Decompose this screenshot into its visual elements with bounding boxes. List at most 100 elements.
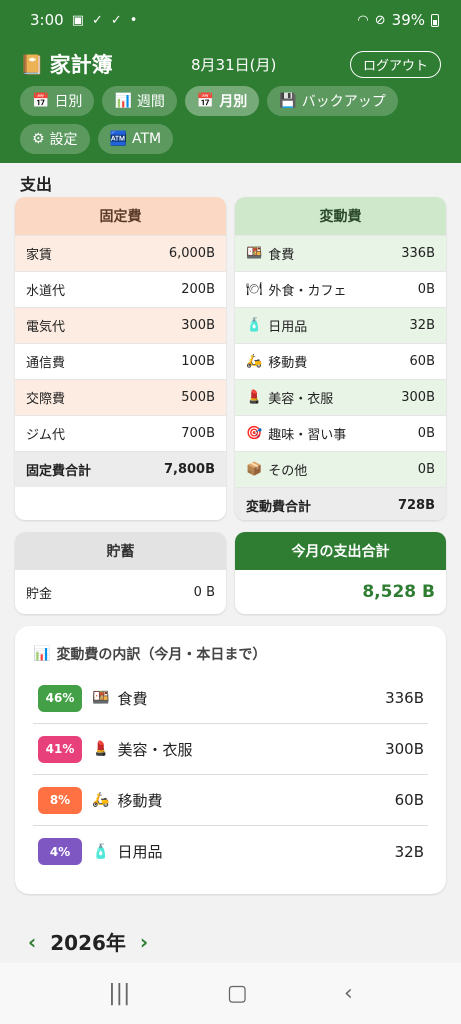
variable-cost-row[interactable]: 💄 美容・衣服 300B: [235, 379, 446, 415]
bento-icon: 🍱: [92, 690, 110, 706]
variable-cost-row[interactable]: 🧴 日用品 32B: [235, 307, 446, 343]
fixed-cost-total-value: 7,800B: [163, 462, 215, 477]
variable-cost-label: 美容・衣服: [268, 392, 334, 407]
check-icon: ✓: [110, 12, 122, 28]
current-date: 8月31日(月): [191, 55, 277, 74]
wifi-icon: ◠: [357, 12, 369, 28]
variable-cost-value: 300B: [401, 390, 435, 405]
variable-cost-total-row: 変動費合計 728B: [235, 487, 446, 520]
fixed-cost-row[interactable]: 水道代 200B: [15, 271, 226, 307]
variable-costs-card: 変動費 🍱 食費 336B 🍽 外食・カフェ 0B 🧴 日用品 32B 🛵 移動…: [235, 197, 446, 520]
prev-year-button[interactable]: ‹: [28, 930, 36, 954]
variable-cost-label: 外食・カフェ: [268, 284, 347, 299]
tab-label: 週間: [136, 94, 165, 110]
main-content[interactable]: 支出 固定費 家賃 6,000B 水道代 200B 電気代 300B 通信費 1…: [0, 163, 461, 963]
variable-cost-row[interactable]: 📦 その他 0B: [235, 451, 446, 487]
variable-cost-total-label: 変動費合計: [246, 500, 312, 515]
bottle-icon: 🧴: [246, 318, 263, 333]
fixed-cost-label: 家賃: [26, 248, 53, 263]
variable-cost-row[interactable]: 🍽 外食・カフェ 0B: [235, 271, 446, 307]
scooter-icon: 🛵: [92, 792, 110, 808]
do-not-disturb-icon: ⊘: [374, 12, 386, 28]
tab-label: 日別: [54, 94, 83, 110]
breakdown-row[interactable]: 46% 🍱 食費 336B: [33, 673, 428, 724]
tab-atm[interactable]: 🏧 ATM: [97, 124, 174, 154]
next-year-button[interactable]: ›: [140, 930, 148, 954]
status-time: 3:00: [30, 11, 64, 29]
bento-icon: 🍱: [246, 246, 263, 261]
view-tabs: 📅 日別 📊 週間 📅 月別 💾 バックアップ ⚙ 設定 🏧 ATM: [20, 86, 450, 154]
fixed-cost-total-row: 固定費合計 7,800B: [15, 451, 226, 487]
breakdown-row[interactable]: 4% 🧴 日用品 32B: [33, 826, 428, 877]
variable-cost-value: 60B: [409, 354, 435, 369]
variable-cost-row[interactable]: 🎯 趣味・習い事 0B: [235, 415, 446, 451]
breakdown-value: 336B: [385, 689, 424, 707]
bottle-icon: 🧴: [92, 843, 110, 860]
fixed-cost-label: 通信費: [26, 356, 66, 371]
breakdown-list: 46% 🍱 食費 336B 41% 💄 美容・衣服 300B 8% 🛵 移動費 …: [33, 673, 428, 877]
savings-row[interactable]: 貯金 0 B: [15, 570, 226, 614]
month-total-title: 今月の支出合計: [235, 532, 446, 570]
fixed-cost-value: 200B: [181, 282, 215, 297]
month-total-value: 8,528 B: [362, 582, 435, 602]
section-title: 支出: [20, 175, 53, 194]
bar-chart-icon: 📊: [33, 646, 51, 662]
month-total-card: 今月の支出合計 8,528 B: [235, 532, 446, 614]
savings-value: 0 B: [193, 584, 215, 600]
calendar-icon: 📅: [32, 93, 50, 109]
logout-button[interactable]: ログアウト: [349, 50, 441, 78]
variable-cost-row[interactable]: 🍱 食費 336B: [235, 235, 446, 271]
book-icon: 📔: [20, 53, 44, 76]
breakdown-row[interactable]: 8% 🛵 移動費 60B: [33, 775, 428, 826]
fixed-cost-value: 300B: [181, 318, 215, 333]
fixed-cost-row[interactable]: ジム代 700B: [15, 415, 226, 451]
fixed-cost-row[interactable]: 通信費 100B: [15, 343, 226, 379]
variable-cost-value: 336B: [401, 246, 435, 261]
fixed-cost-row[interactable]: 電気代 300B: [15, 307, 226, 343]
target-icon: 🎯: [246, 426, 263, 441]
fixed-cost-row[interactable]: 家賃 6,000B: [15, 235, 226, 271]
variable-cost-value: 0B: [417, 282, 435, 297]
variable-cost-total-value: 728B: [397, 498, 435, 513]
tab-label: 月別: [219, 94, 248, 110]
variable-cost-label: 日用品: [268, 320, 308, 335]
savings-card: 貯蓄 貯金 0 B: [15, 532, 226, 614]
tab-backup[interactable]: 💾 バックアップ: [267, 86, 398, 116]
fixed-cost-label: ジム代: [26, 428, 66, 443]
fixed-costs-title: 固定費: [15, 197, 226, 235]
app-header: 3:00 ▣ ✓ ✓ • ◠ ⊘ 39% 📔 家計簿 8月31日(月) ログアウ…: [0, 0, 461, 163]
fixed-cost-label: 交際費: [26, 392, 66, 407]
tab-settings[interactable]: ⚙ 設定: [20, 124, 90, 154]
fixed-costs-card: 固定費 家賃 6,000B 水道代 200B 電気代 300B 通信費 100B…: [15, 197, 226, 520]
tab-label: ATM: [132, 131, 162, 147]
fixed-cost-label: 電気代: [26, 320, 66, 335]
percent-badge: 4%: [38, 838, 82, 865]
calendar-icon: 📅: [196, 93, 215, 109]
breakdown-value: 32B: [394, 842, 424, 861]
floppy-disk-icon: 💾: [279, 93, 297, 109]
breakdown-label: 美容・衣服: [117, 740, 193, 759]
variable-cost-label: 食費: [268, 248, 295, 263]
home-icon[interactable]: ▢: [227, 981, 248, 1006]
year-label: 2026年: [50, 931, 126, 955]
percent-badge: 41%: [38, 735, 82, 763]
app-title-text: 家計簿: [49, 53, 113, 77]
variable-cost-row[interactable]: 🛵 移動費 60B: [235, 343, 446, 379]
tab-weekly[interactable]: 📊 週間: [102, 86, 177, 116]
percent-badge: 46%: [38, 684, 82, 712]
variable-cost-value: 0B: [417, 462, 435, 477]
atm-icon: 🏧: [109, 131, 127, 147]
app-title: 📔 家計簿: [20, 49, 113, 79]
breakdown-label: 日用品: [117, 843, 163, 861]
tab-daily[interactable]: 📅 日別: [20, 86, 95, 116]
fixed-cost-row[interactable]: 交際費 500B: [15, 379, 226, 415]
tab-monthly[interactable]: 📅 月別: [184, 86, 260, 116]
gear-icon: ⚙: [32, 131, 45, 147]
recent-apps-icon[interactable]: |||: [108, 981, 130, 1006]
variable-cost-label: その他: [268, 464, 308, 479]
savings-title: 貯蓄: [15, 532, 226, 570]
variable-breakdown-card: 📊 変動費の内訳（今月・本日まで） 46% 🍱 食費 336B 41% 💄 美容…: [15, 626, 446, 894]
breakdown-row[interactable]: 41% 💄 美容・衣服 300B: [33, 724, 428, 775]
back-icon[interactable]: ‹: [344, 981, 353, 1006]
package-icon: 📦: [246, 462, 263, 477]
